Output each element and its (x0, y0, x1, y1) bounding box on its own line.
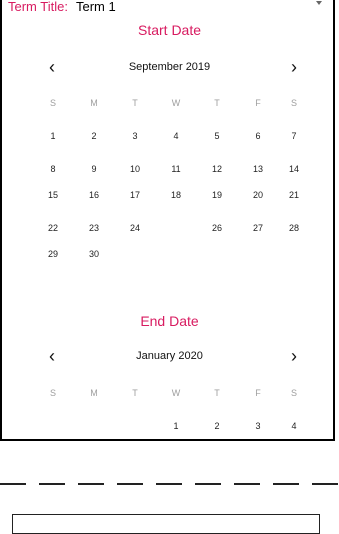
day-cell[interactable]: 22 (38, 216, 68, 241)
selected-day-cell[interactable]: 25 (159, 211, 193, 245)
day-cell[interactable]: 30 (79, 242, 109, 267)
day-cell[interactable]: 6 (243, 124, 273, 149)
day-cell[interactable]: 2 (202, 414, 232, 439)
chevron-right-icon[interactable]: › (284, 58, 304, 78)
day-cell[interactable]: 14 (279, 157, 309, 182)
day-cell[interactable]: 27 (243, 216, 273, 241)
day-cell[interactable]: 11 (161, 157, 191, 182)
day-cell[interactable]: 1 (161, 414, 191, 439)
dow-label: W (171, 98, 181, 108)
day-cell[interactable]: 5 (202, 124, 232, 149)
dow-label: W (171, 388, 181, 398)
term-editor-panel: Term Title: Term 1 Start Date ‹ Septembe… (0, 0, 335, 441)
dow-label: T (132, 388, 138, 398)
week-row: 1 2 3 4 (2, 414, 333, 439)
day-cell[interactable]: 28 (279, 216, 309, 241)
day-cell[interactable]: 9 (79, 157, 109, 182)
dow-label: F (255, 388, 261, 398)
day-cell[interactable]: 3 (120, 124, 150, 149)
week-row: 22 23 24 25 26 27 28 (2, 211, 333, 245)
day-cell[interactable]: 23 (79, 216, 109, 241)
day-cell[interactable]: 7 (279, 124, 309, 149)
dropdown-arrow-icon[interactable] (316, 1, 322, 5)
start-month-header: ‹ September 2019 › (2, 58, 333, 78)
start-dow-row: S M T W T F S (2, 91, 333, 116)
dow-label: T (132, 98, 138, 108)
dashed-divider (0, 483, 339, 485)
day-cell[interactable]: 21 (279, 183, 309, 208)
day-cell[interactable]: 17 (120, 183, 150, 208)
day-cell[interactable]: 26 (202, 216, 232, 241)
dow-label: M (90, 98, 98, 108)
day-cell[interactable]: 20 (243, 183, 273, 208)
dow-label: T (214, 98, 220, 108)
week-row: 29 30 (2, 242, 333, 267)
start-date-title: Start Date (137, 22, 202, 38)
chevron-right-icon[interactable]: › (284, 347, 304, 367)
day-cell[interactable]: 4 (279, 414, 309, 439)
day-cell[interactable]: 2 (79, 124, 109, 149)
dow-label: S (290, 98, 297, 108)
day-cell[interactable]: 16 (79, 183, 109, 208)
day-cell[interactable]: 12 (202, 157, 232, 182)
day-cell[interactable]: 3 (243, 414, 273, 439)
dow-label: S (290, 388, 297, 398)
selected-day-label: 25 (170, 223, 181, 233)
day-cell[interactable]: 13 (243, 157, 273, 182)
day-cell[interactable]: 24 (120, 216, 150, 241)
start-calendar-grid: S M T W T F S 1 2 3 4 5 6 7 8 9 10 11 12… (2, 91, 333, 267)
term-title-value[interactable]: Term 1 (76, 0, 116, 14)
end-date-title: End Date (140, 313, 199, 329)
week-row: 15 16 17 18 19 20 21 (2, 183, 333, 208)
term-title-label: Term Title: (8, 0, 68, 14)
end-calendar-grid: S M T W T F S 1 2 3 4 (2, 381, 333, 439)
text-input-box[interactable] (12, 514, 320, 534)
dow-label: T (214, 388, 220, 398)
dow-label: M (90, 388, 98, 398)
dow-label: S (49, 98, 56, 108)
end-month-header: ‹ January 2020 › (2, 347, 333, 367)
day-cell[interactable]: 10 (120, 157, 150, 182)
dow-label: F (255, 98, 261, 108)
day-cell[interactable]: 15 (38, 183, 68, 208)
day-cell[interactable]: 4 (161, 124, 191, 149)
day-cell[interactable]: 8 (38, 157, 68, 182)
day-cell[interactable]: 1 (38, 124, 68, 149)
term-title-field[interactable]: Term Title: Term 1 (8, 0, 330, 15)
day-cell[interactable]: 18 (161, 183, 191, 208)
day-cell[interactable]: 29 (38, 242, 68, 267)
week-row: 8 9 10 11 12 13 14 (2, 157, 333, 182)
dow-label: S (49, 388, 56, 398)
week-row: 1 2 3 4 5 6 7 (2, 124, 333, 149)
day-cell[interactable]: 19 (202, 183, 232, 208)
end-dow-row: S M T W T F S (2, 381, 333, 406)
